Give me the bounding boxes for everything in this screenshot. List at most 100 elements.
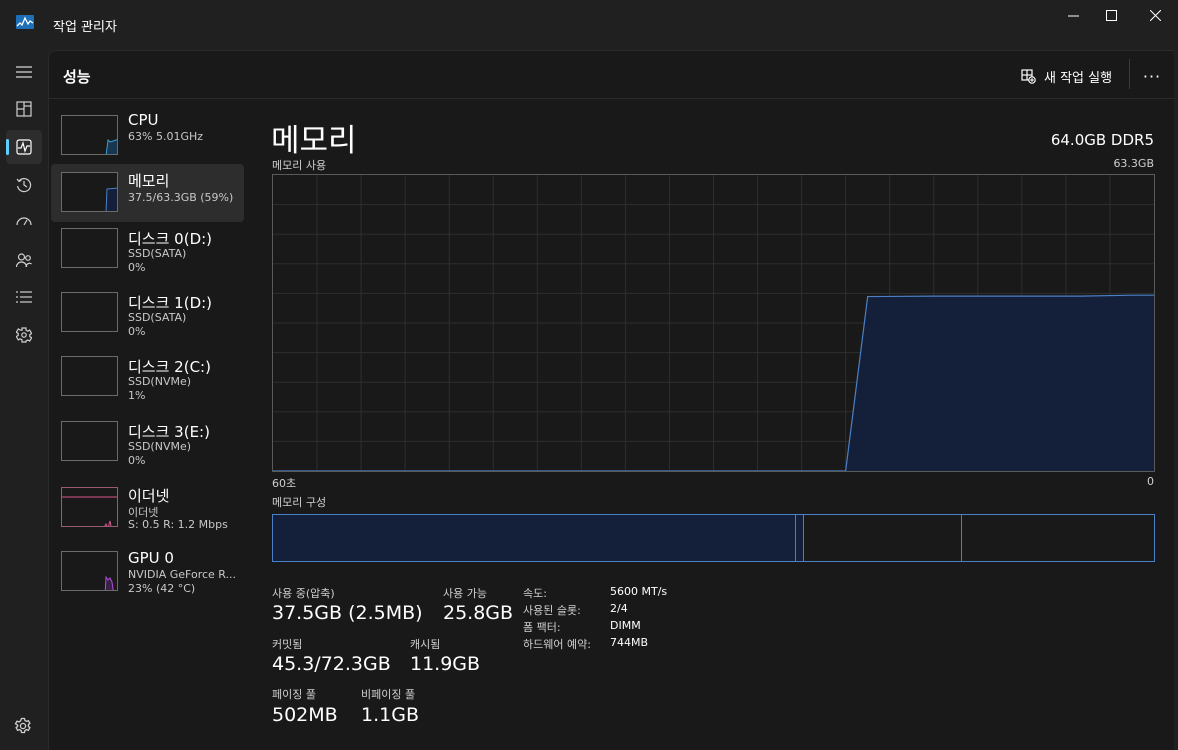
nav-users[interactable] [6, 243, 42, 277]
spec-value: DIMM [610, 619, 641, 632]
stat-cached-value: 11.9GB [410, 653, 481, 675]
resource-detail: SSD(SATA) [128, 247, 187, 260]
nav-processes[interactable] [6, 92, 42, 126]
resource-thumbnail-graph [61, 487, 118, 527]
resource-name: 메모리 [128, 172, 170, 190]
main-surface: 성능 새 작업 실행 ··· CPU 63% 5.01GHz 메모리 37.5/… [48, 50, 1175, 750]
users-icon [16, 253, 32, 268]
spec-value: 5600 MT/s [610, 585, 668, 598]
resource-thumbnail-graph [61, 115, 118, 155]
stat-nonpaged-pool-value: 1.1GB [361, 704, 419, 726]
services-icon [16, 327, 32, 343]
memory-spec: 64.0GB DDR5 [1050, 131, 1154, 149]
resource-thumbnail-graph [61, 292, 118, 332]
stat-available-label: 사용 가능 [443, 587, 487, 600]
resource-thumbnail-graph [61, 228, 118, 268]
composition-modified [796, 515, 804, 561]
composition-in-use [273, 515, 796, 561]
resource-item-memory[interactable]: 메모리 37.5/63.3GB (59%) [51, 164, 244, 222]
resource-usage: 1% [128, 389, 146, 402]
close-icon [1149, 9, 1161, 21]
resource-usage: 23% (42 °C) [128, 582, 196, 595]
usage-graph-label: 메모리 사용 [272, 159, 327, 172]
memory-composition-bar [272, 514, 1155, 562]
resource-name: 디스크 0(D:) [128, 230, 213, 248]
processes-icon [16, 101, 32, 117]
page-title: 성능 [63, 68, 91, 86]
spec-key: 속도: [523, 587, 547, 600]
resource-item-disk-2[interactable]: 디스크 2(C:) SSD(NVMe) 1% [51, 356, 244, 414]
resource-item-ethernet[interactable]: 이더넷 이더넷 S: 0.5 R: 1.2 Mbps [51, 485, 244, 543]
stat-paged-pool-label: 페이징 풀 [272, 688, 316, 701]
spec-value: 2/4 [610, 602, 628, 615]
stat-available-value: 25.8GB [443, 602, 514, 624]
resource-name: CPU [128, 111, 159, 129]
memory-usage-chart [273, 175, 1154, 472]
stat-committed-value: 45.3/72.3GB [272, 653, 391, 675]
nav-services[interactable] [6, 318, 42, 352]
resource-detail: 63% 5.01GHz [128, 130, 204, 143]
more-options-icon: ··· [1142, 66, 1162, 86]
maximize-icon [1105, 9, 1117, 21]
navigation-rail [0, 50, 48, 750]
maximize-button[interactable] [1088, 0, 1134, 30]
spec-value: 744MB [610, 636, 649, 649]
resource-item-disk-3[interactable]: 디스크 3(E:) SSD(NVMe) 0% [51, 421, 244, 479]
resource-detail: SSD(SATA) [128, 311, 187, 324]
minimize-icon [1067, 15, 1079, 16]
composition-label: 메모리 구성 [272, 496, 327, 509]
resource-thumbnail-graph [61, 356, 118, 396]
resource-detail: 37.5/63.3GB (59%) [128, 191, 234, 204]
resource-name: 디스크 3(E:) [128, 423, 210, 441]
close-button[interactable] [1132, 0, 1178, 30]
resource-name: GPU 0 [128, 549, 174, 567]
resource-usage: 0% [128, 454, 146, 467]
stat-in-use-label: 사용 중(압축) [272, 587, 335, 600]
hamburger-icon [16, 66, 32, 78]
resource-item-cpu[interactable]: CPU 63% 5.01GHz [51, 111, 244, 169]
resource-usage: 0% [128, 325, 146, 338]
graph-time-end: 0 [1147, 475, 1154, 488]
stat-paged-pool-value: 502MB [272, 704, 338, 726]
resource-thumbnail-graph [61, 172, 118, 212]
resource-usage: 0% [128, 261, 146, 274]
performance-icon [16, 139, 32, 155]
new-task-icon [1021, 68, 1036, 84]
resource-name: 디스크 1(D:) [128, 294, 213, 312]
nav-startup-apps[interactable] [6, 205, 42, 239]
resource-usage: S: 0.5 R: 1.2 Mbps [128, 518, 228, 531]
hamburger-menu-button[interactable] [6, 55, 42, 89]
spec-key: 사용된 슬롯: [523, 604, 581, 617]
usage-graph-max: 63.3GB [1113, 157, 1154, 170]
stat-cached-label: 캐시됨 [410, 638, 441, 651]
more-options-button[interactable]: ··· [1137, 63, 1167, 89]
resource-item-gpu-0[interactable]: GPU 0 NVIDIA GeForce R... 23% (42 °C) [51, 549, 244, 607]
composition-standby-divider [961, 515, 962, 561]
run-new-task-label: 새 작업 실행 [1044, 70, 1113, 86]
resource-detail: NVIDIA GeForce R... [128, 568, 237, 581]
resource-thumbnail-graph [61, 421, 118, 461]
stat-committed-label: 커밋됨 [272, 638, 303, 651]
stat-nonpaged-pool-label: 비페이징 풀 [361, 688, 416, 701]
nav-performance[interactable] [6, 130, 42, 164]
resource-item-disk-1[interactable]: 디스크 1(D:) SSD(SATA) 0% [51, 292, 244, 350]
resource-detail: SSD(NVMe) [128, 375, 192, 388]
app-history-icon [16, 178, 32, 193]
resource-item-disk-0[interactable]: 디스크 0(D:) SSD(SATA) 0% [51, 228, 244, 286]
page-header: 성능 새 작업 실행 ··· [49, 51, 1175, 99]
spec-key: 하드웨어 예약: [523, 638, 591, 651]
nav-app-history[interactable] [6, 168, 42, 202]
run-new-task-button[interactable]: 새 작업 실행 [1021, 63, 1112, 89]
graph-time-start: 60초 [272, 477, 297, 490]
window-title: 작업 관리자 [53, 20, 117, 35]
resource-name: 디스크 2(C:) [128, 358, 211, 376]
detail-title: 메모리 [271, 123, 357, 159]
spec-key: 폼 팩터: [523, 621, 561, 634]
settings-icon[interactable] [14, 717, 32, 735]
startup-icon [16, 217, 32, 226]
resource-name: 이더넷 [128, 487, 170, 505]
resource-detail: SSD(NVMe) [128, 440, 192, 453]
resource-thumbnail-graph [61, 551, 118, 591]
stat-in-use-value: 37.5GB (2.5MB) [272, 602, 423, 624]
nav-details[interactable] [6, 280, 42, 314]
